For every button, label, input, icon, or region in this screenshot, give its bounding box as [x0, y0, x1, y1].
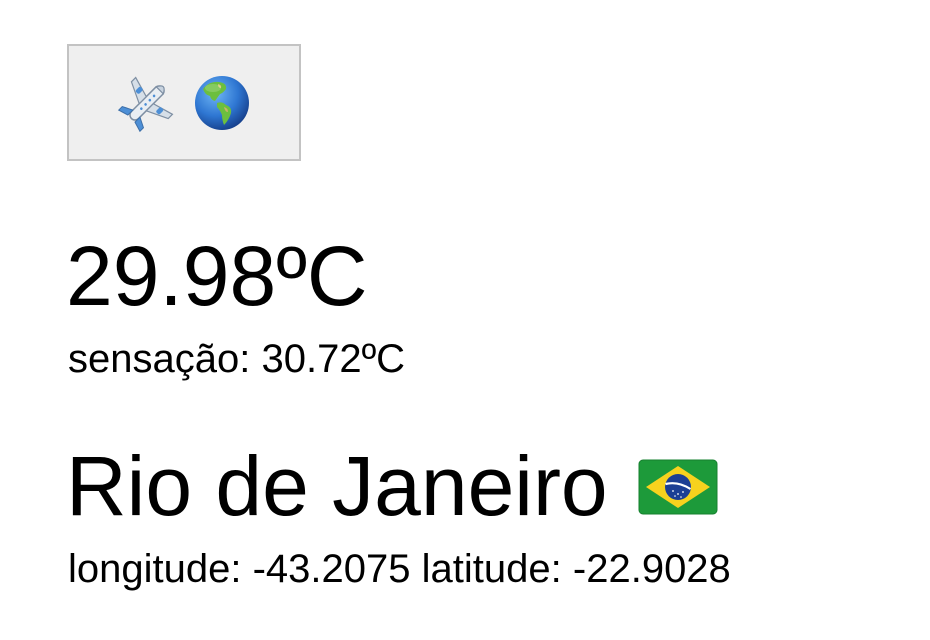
feels-like: sensação: 30.72ºC — [68, 336, 405, 382]
temperature: 29.98ºC — [66, 229, 368, 323]
longitude-value: -43.2075 — [252, 547, 411, 591]
city-name: Rio de Janeiro — [66, 439, 608, 533]
feels-like-value: 30.72ºC — [261, 337, 406, 381]
latitude-label: latitude: — [421, 547, 562, 591]
airplane-icon — [117, 73, 177, 133]
feels-like-label: sensação: — [68, 337, 251, 381]
longitude-label: longitude: — [68, 547, 242, 591]
weather-page: 29.98ºC sensação: 30.72ºC Rio de Janeiro… — [0, 0, 930, 640]
globe-americas-icon — [193, 74, 251, 132]
city-row: Rio de Janeiro — [66, 438, 718, 534]
latitude-value: -22.9028 — [572, 547, 731, 591]
brazil-flag-icon — [638, 459, 718, 520]
travel-button[interactable] — [67, 44, 301, 161]
coordinates: longitude: -43.2075 latitude: -22.9028 — [68, 546, 731, 592]
